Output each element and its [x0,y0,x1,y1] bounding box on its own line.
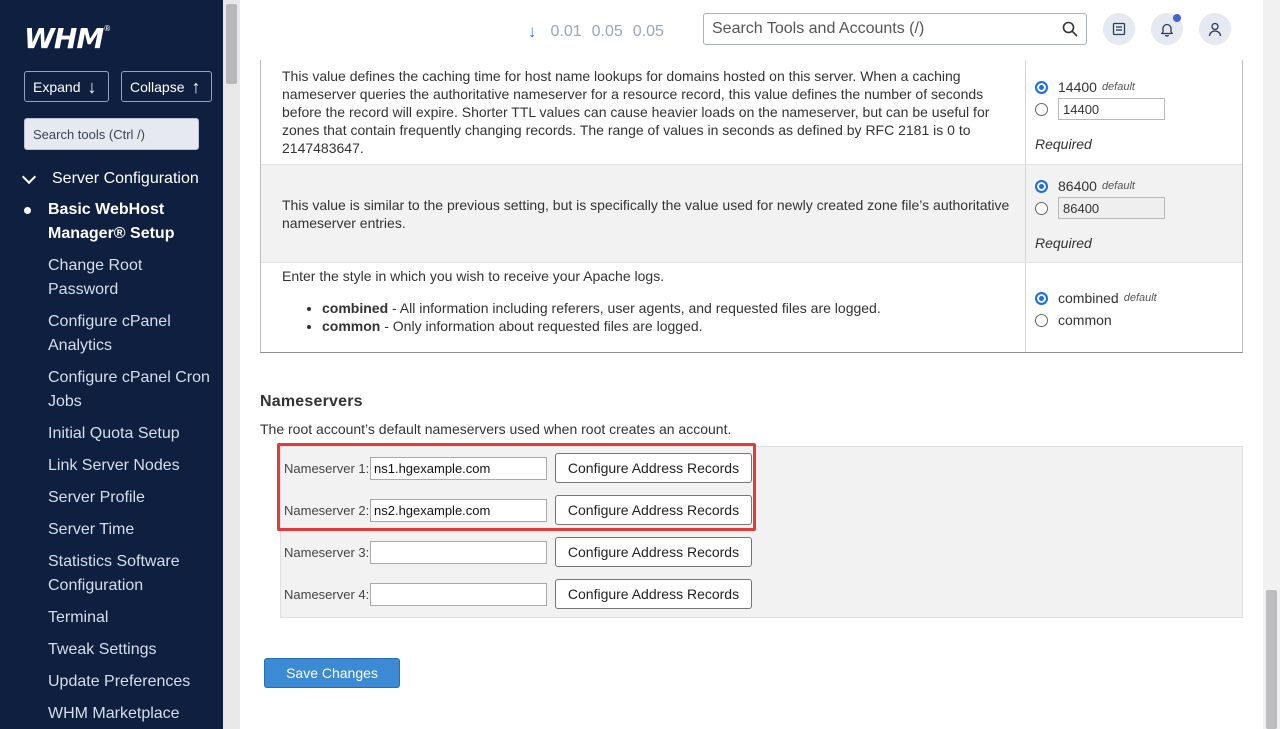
settings-table: This value defines the caching time for … [260,60,1243,353]
whm-logo[interactable]: WHM® [24,22,111,55]
sidebar-item-tweak-settings[interactable]: Tweak Settings [48,638,213,662]
search-icon[interactable] [1062,21,1078,37]
load-15min: 0.05 [632,23,664,40]
user-menu-button[interactable] [1199,13,1231,45]
sidebar-search-input[interactable] [24,118,199,150]
setting-options: 86400 default Required [1026,165,1242,262]
nameservers-heading: Nameservers [260,393,363,410]
radio-unselected[interactable] [1035,313,1048,327]
list-item: combined - All information including ref… [322,299,1015,317]
collapse-button[interactable]: Collapse ↑ [121,71,212,102]
sidebar-item-statistics-software-configuration[interactable]: Statistics Software Configuration [48,550,213,598]
sidebar-item-basic-webhost-manager-setup[interactable]: Basic WebHost Manager® Setup [24,198,213,246]
setting-description: This value is similar to the previous se… [261,165,1026,262]
nameserver-1-input[interactable] [370,456,547,480]
radio-selected[interactable] [1035,291,1048,305]
save-changes-button[interactable]: Save Changes [264,658,400,688]
news-button[interactable] [1103,13,1135,45]
setting-description: This value defines the caching time for … [261,60,1026,164]
top-bar: ↓ 0.01 0.05 0.05 [240,0,1263,60]
nameserver-row-2: Nameserver 2: Configure Address Records [284,495,752,525]
configure-address-records-button-2[interactable]: Configure Address Records [555,495,752,525]
nameserver-row-3: Nameserver 3: Configure Address Records [284,537,752,567]
setting-options: 14400 default Required [1026,60,1242,164]
sidebar-item-initial-quota-setup[interactable]: Initial Quota Setup [48,422,213,446]
sidebar-item-change-root-password[interactable]: Change Root Password [48,254,213,302]
setting-row-ttl: This value defines the caching time for … [261,60,1242,164]
configure-address-records-button-1[interactable]: Configure Address Records [555,453,752,483]
sidebar-item-configure-cpanel-cron-jobs[interactable]: Configure cPanel Cron Jobs [48,366,213,414]
ns-ttl-default-option[interactable]: 86400 default [1035,175,1233,197]
nameserver-4-input[interactable] [370,582,547,606]
sidebar-scrollbar-thumb[interactable] [226,4,237,84]
ttl-custom-option[interactable] [1035,98,1233,120]
nameserver-row-1: Nameserver 1: Configure Address Records [284,453,752,483]
sidebar-item-whm-marketplace[interactable]: WHM Marketplace [48,702,213,726]
list-item: common - Only information about requeste… [322,317,1015,335]
sidebar-item-configure-cpanel-analytics[interactable]: Configure cPanel Analytics [48,310,213,358]
log-common-option[interactable]: common [1035,309,1233,331]
radio-unselected[interactable] [1035,201,1048,215]
ttl-default-option[interactable]: 14400 default [1035,76,1233,98]
setting-row-ns-ttl: This value is similar to the previous se… [261,164,1242,262]
log-combined-option[interactable]: combined default [1035,287,1233,309]
nameservers-panel: Nameserver 1: Configure Address Records … [280,446,1243,618]
top-search-input[interactable] [704,14,1044,44]
sidebar-item-terminal[interactable]: Terminal [48,606,213,630]
bell-icon [1161,23,1173,37]
configure-address-records-button-4[interactable]: Configure Address Records [555,579,752,609]
nameserver-row-4: Nameserver 4: Configure Address Records [284,579,752,609]
setting-row-apache-logs: Enter the style in which you wish to rec… [261,262,1242,352]
expand-button[interactable]: Expand ↓ [24,71,109,102]
required-label: Required [1035,235,1092,251]
setting-options: combined default common [1026,263,1242,352]
notification-dot [1173,14,1181,22]
nameservers-subtitle: The root account’s default nameservers u… [260,421,732,437]
sidebar-item-server-time[interactable]: Server Time [48,518,213,542]
radio-unselected[interactable] [1035,102,1048,116]
chevron-down-icon [21,169,37,185]
setting-description: Enter the style in which you wish to rec… [261,263,1026,352]
sidebar: WHM® Expand ↓ Collapse ↑ Server Configur… [0,0,223,729]
main-content: This value defines the caching time for … [240,60,1263,729]
arrow-up-icon: ↑ [191,76,201,97]
radio-selected[interactable] [1035,179,1048,193]
newspaper-icon [1112,22,1126,36]
nameserver-3-input[interactable] [370,540,547,564]
sidebar-scrollbar[interactable] [223,0,240,729]
configure-address-records-button-3[interactable]: Configure Address Records [555,537,752,567]
arrow-down-icon: ↓ [528,22,537,41]
user-icon [1208,22,1222,36]
section-server-configuration[interactable]: Server Configuration [20,169,199,188]
log-style-list: combined - All information including ref… [282,299,1015,335]
sidebar-item-link-server-nodes[interactable]: Link Server Nodes [48,454,213,478]
server-load: ↓ 0.01 0.05 0.05 [528,22,664,42]
sidebar-nav: Basic WebHost Manager® Setup Change Root… [24,198,213,729]
sidebar-item-update-preferences[interactable]: Update Preferences [48,670,213,694]
sidebar-item-server-profile[interactable]: Server Profile [48,486,213,510]
ns-ttl-custom-input[interactable] [1058,197,1165,219]
load-1min: 0.01 [550,23,582,40]
top-search-box [703,13,1087,45]
notifications-button[interactable] [1151,13,1183,45]
arrow-down-icon: ↓ [87,76,97,97]
page-scrollbar-thumb[interactable] [1266,590,1277,729]
ns-ttl-custom-option[interactable] [1035,197,1233,219]
ttl-custom-input[interactable] [1058,98,1165,120]
load-5min: 0.05 [591,23,623,40]
nameserver-2-input[interactable] [370,498,547,522]
radio-selected[interactable] [1035,80,1048,94]
required-label: Required [1035,136,1092,152]
